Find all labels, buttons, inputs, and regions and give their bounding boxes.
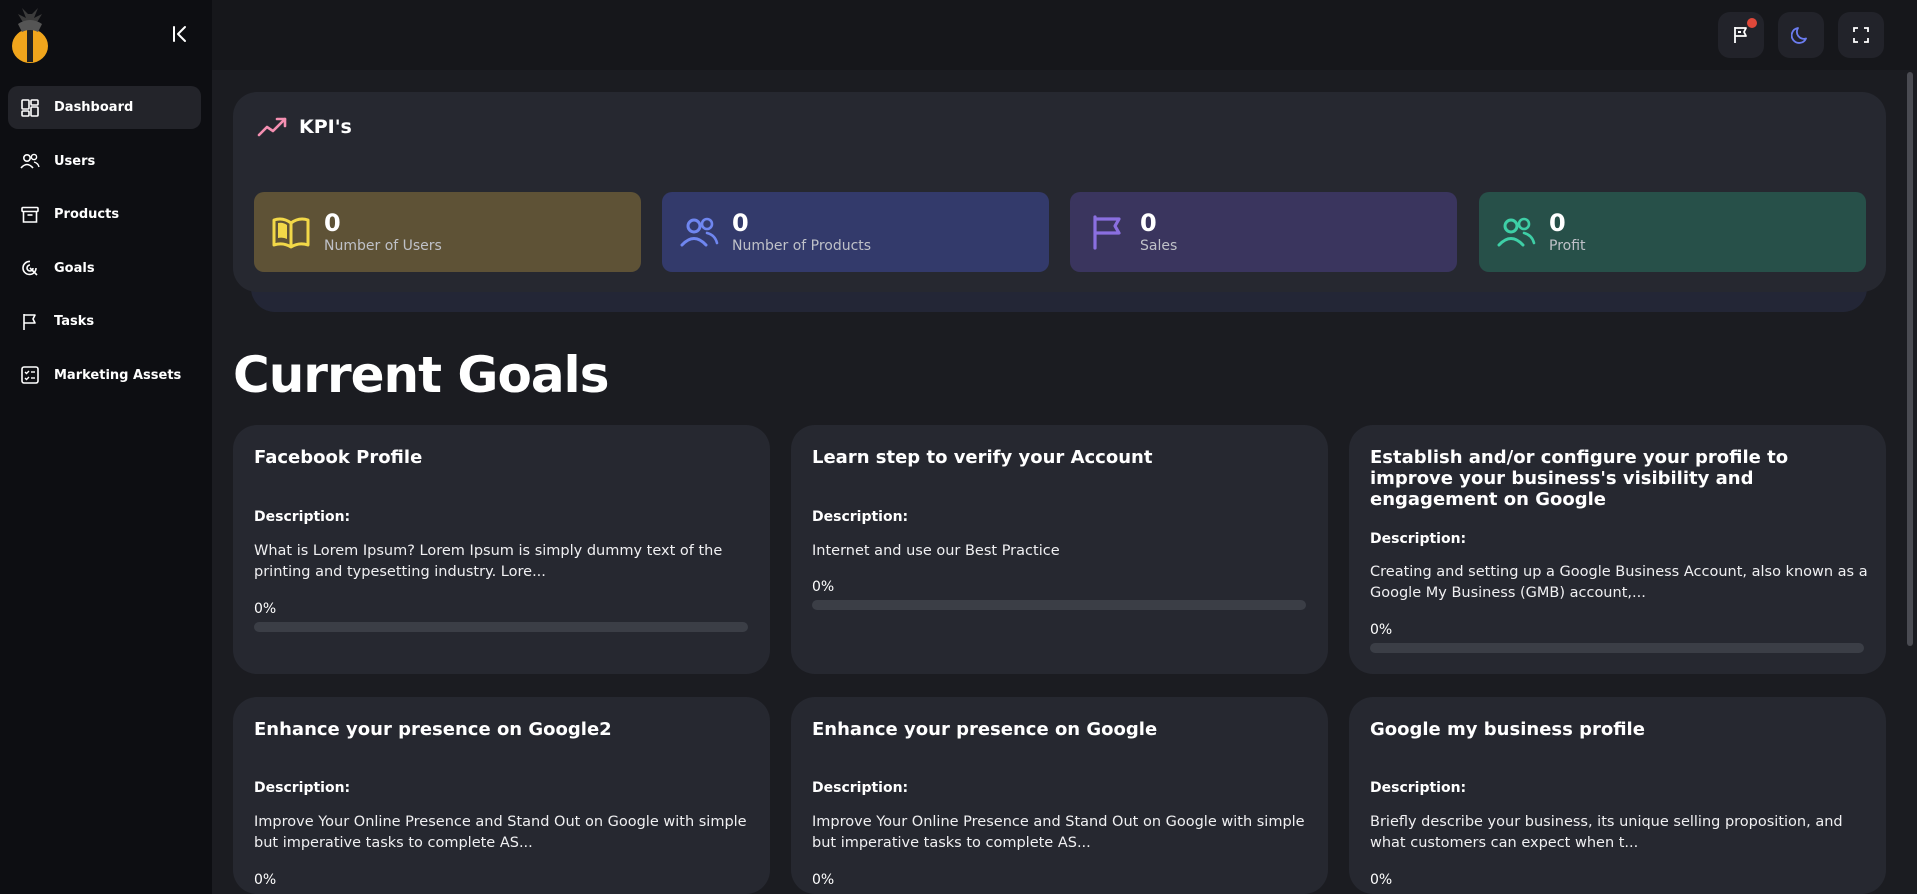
users-icon bbox=[1495, 211, 1537, 253]
sidebar-item-products[interactable]: Products bbox=[8, 193, 201, 236]
kpi-card-sales: 0 Sales bbox=[1070, 192, 1457, 272]
sidebar-item-goals[interactable]: Goals bbox=[8, 247, 201, 290]
sidebar-item-tasks[interactable]: Tasks bbox=[8, 300, 201, 343]
sidebar-nav: Dashboard Users Products Goals Tasks Mar… bbox=[8, 86, 201, 408]
collapse-left-icon bbox=[173, 26, 186, 42]
goal-description: What is Lorem Ipsum? Lorem Ipsum is simp… bbox=[254, 543, 723, 580]
logo[interactable] bbox=[8, 6, 56, 64]
sidebar-item-label: Goals bbox=[54, 260, 95, 276]
goal-progress-text: 0% bbox=[254, 872, 277, 888]
goal-card[interactable]: Google my business profile Description: … bbox=[1349, 697, 1886, 894]
kpi-value: 0 bbox=[1140, 209, 1157, 237]
app: Dashboard Users Products Goals Tasks Mar… bbox=[0, 0, 1917, 894]
kpi-title: KPI's bbox=[299, 116, 352, 138]
goal-description: Creating and setting up a Google Busines… bbox=[1370, 564, 1868, 601]
goal-description-label: Description: bbox=[254, 780, 351, 796]
flag-icon bbox=[20, 312, 40, 332]
goal-description: Improve Your Online Presence and Stand O… bbox=[812, 814, 1305, 851]
sidebar-item-marketing-assets[interactable]: Marketing Assets bbox=[8, 354, 201, 397]
kpi-label: Sales bbox=[1140, 238, 1178, 254]
kpi-card-text: 0 Number of Products bbox=[732, 210, 871, 254]
kpi-label: Profit bbox=[1549, 238, 1586, 254]
kpi-header: KPI's bbox=[257, 116, 352, 138]
goal-description-label: Description: bbox=[1370, 780, 1467, 796]
goal-description-label: Description: bbox=[812, 509, 909, 525]
flag-icon bbox=[1086, 211, 1128, 253]
kpi-value: 0 bbox=[732, 209, 749, 237]
goal-description-label: Description: bbox=[812, 780, 909, 796]
dashboard-icon bbox=[20, 98, 40, 118]
users-icon bbox=[678, 211, 720, 253]
notifications-button[interactable] bbox=[1718, 12, 1764, 58]
sidebar-item-label: Products bbox=[54, 207, 120, 223]
theme-toggle-button[interactable] bbox=[1778, 12, 1824, 58]
goal-description: Briefly describe your business, its uniq… bbox=[1370, 814, 1843, 851]
goal-description-label: Description: bbox=[254, 509, 351, 525]
goal-card[interactable]: Enhance your presence on Google Descript… bbox=[791, 697, 1328, 894]
moon-icon bbox=[1791, 27, 1807, 44]
goal-progress-bar bbox=[1370, 643, 1864, 653]
goal-progress-bar bbox=[812, 600, 1306, 610]
goal-progress-text: 0% bbox=[1370, 622, 1393, 638]
goal-card[interactable]: Enhance your presence on Google2 Descrip… bbox=[233, 697, 770, 894]
kpi-card-text: 0 Number of Users bbox=[324, 210, 442, 254]
goal-title: Enhance your presence on Google2 bbox=[254, 719, 612, 740]
archive-box-icon bbox=[20, 205, 40, 225]
target-icon bbox=[20, 258, 40, 278]
checklist-icon bbox=[20, 365, 40, 385]
top-bar bbox=[212, 0, 1917, 70]
fullscreen-button[interactable] bbox=[1838, 12, 1884, 58]
kpi-card-text: 0 Sales bbox=[1140, 210, 1177, 254]
sidebar-item-dashboard[interactable]: Dashboard bbox=[8, 86, 201, 129]
kpi-card-products: 0 Number of Products bbox=[662, 192, 1049, 272]
kpi-value: 0 bbox=[324, 209, 341, 237]
notification-dot bbox=[1747, 18, 1757, 28]
kpi-panel: KPI's 0 Number of Users 0 Number of Prod… bbox=[233, 92, 1886, 292]
kpi-label: Number of Users bbox=[324, 238, 442, 254]
flag-notification-icon bbox=[1734, 27, 1747, 43]
goal-title: Google my business profile bbox=[1370, 719, 1645, 740]
sidebar-item-users[interactable]: Users bbox=[8, 140, 201, 183]
goal-description: Improve Your Online Presence and Stand O… bbox=[254, 814, 747, 851]
sidebar-item-label: Tasks bbox=[54, 314, 95, 330]
sidebar: Dashboard Users Products Goals Tasks Mar… bbox=[0, 0, 212, 894]
sidebar-item-label: Dashboard bbox=[54, 100, 134, 115]
goal-title: Establish and/or configure your profile … bbox=[1370, 447, 1789, 510]
goal-description: Internet and use our Best Practice bbox=[812, 543, 1060, 559]
open-book-icon bbox=[270, 211, 312, 253]
fullscreen-icon bbox=[1853, 27, 1869, 43]
kpi-section: KPI's 0 Number of Users 0 Number of Prod… bbox=[233, 92, 1886, 318]
goal-card[interactable]: Facebook Profile Description: What is Lo… bbox=[233, 425, 770, 674]
goal-progress-text: 0% bbox=[812, 579, 835, 595]
goal-card[interactable]: Establish and/or configure your profile … bbox=[1349, 425, 1886, 674]
collapse-sidebar-button[interactable] bbox=[168, 22, 192, 46]
goal-progress-text: 0% bbox=[812, 872, 835, 888]
users-icon bbox=[20, 151, 40, 171]
goal-title: Enhance your presence on Google bbox=[812, 719, 1158, 740]
goal-title: Learn step to verify your Account bbox=[812, 447, 1153, 468]
page-title: Current Goals bbox=[233, 346, 609, 404]
trend-up-icon bbox=[257, 117, 287, 137]
scrollbar[interactable] bbox=[1907, 72, 1913, 646]
sidebar-item-label: Marketing Assets bbox=[54, 367, 182, 383]
goal-progress-text: 0% bbox=[254, 601, 277, 617]
goal-progress-bar bbox=[254, 622, 748, 632]
kpi-value: 0 bbox=[1549, 209, 1566, 237]
kpi-card-text: 0 Profit bbox=[1549, 210, 1586, 254]
kpi-label: Number of Products bbox=[732, 238, 872, 254]
goal-description-label: Description: bbox=[1370, 531, 1467, 547]
kpi-card-users: 0 Number of Users bbox=[254, 192, 641, 272]
sidebar-item-label: Users bbox=[54, 153, 96, 169]
kpi-card-profit: 0 Profit bbox=[1479, 192, 1866, 272]
goal-title: Facebook Profile bbox=[254, 447, 423, 468]
goal-card[interactable]: Learn step to verify your Account Descri… bbox=[791, 425, 1328, 674]
goal-progress-text: 0% bbox=[1370, 872, 1393, 888]
